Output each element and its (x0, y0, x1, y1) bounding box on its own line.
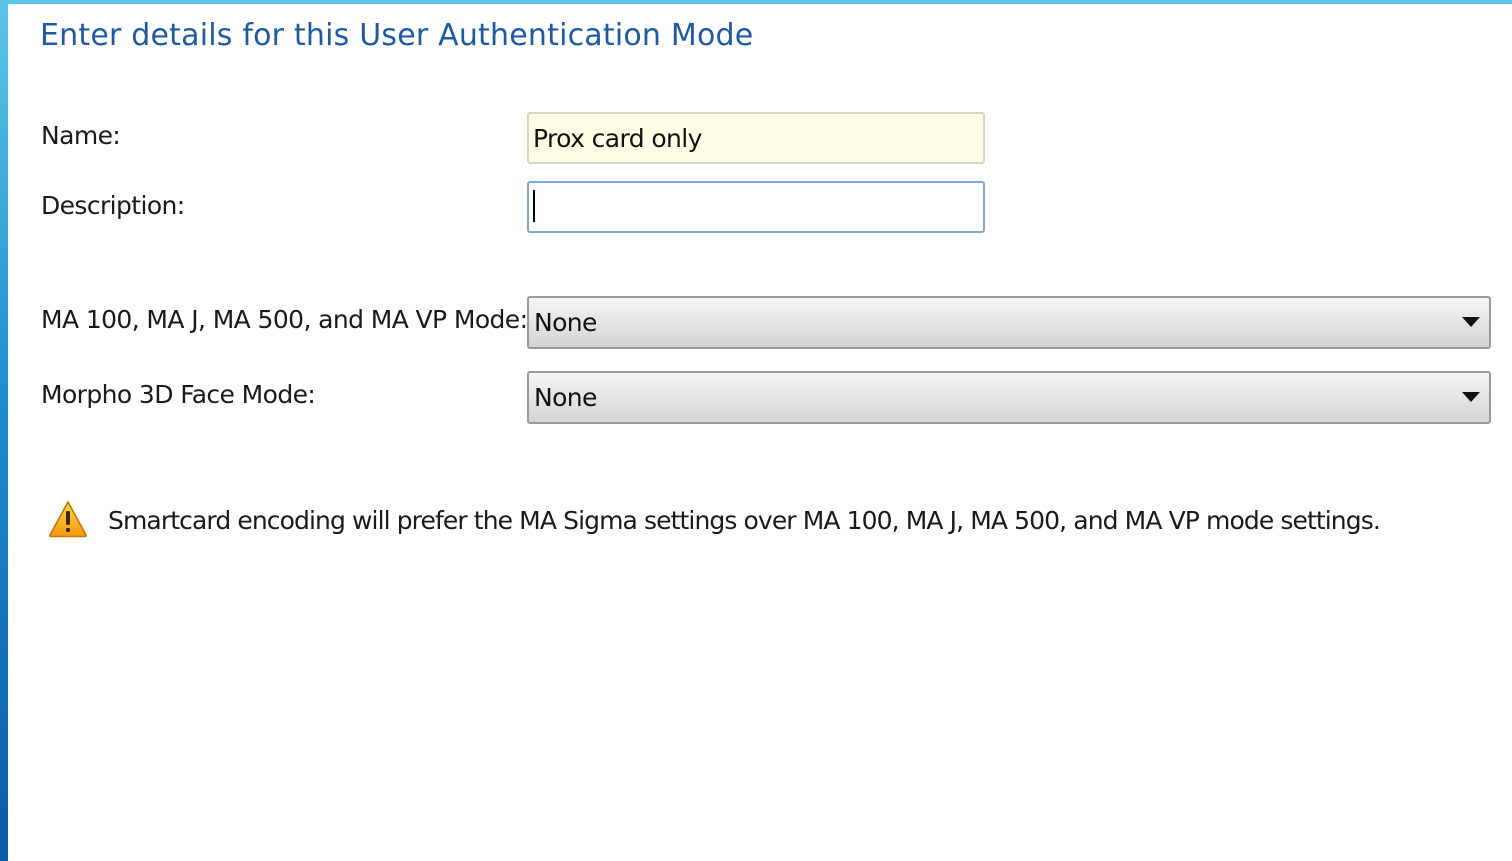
morpho-mode-select-value: None (534, 383, 597, 412)
ma-mode-label: MA 100, MA J, MA 500, and MA VP Mode: (41, 305, 528, 334)
window-frame-top (0, 0, 1512, 4)
description-input[interactable] (527, 181, 985, 233)
ma-mode-select[interactable]: None (527, 296, 1491, 349)
name-input[interactable] (527, 112, 985, 164)
warning-icon (49, 501, 87, 538)
page-title: Enter details for this User Authenticati… (40, 18, 754, 53)
ma-mode-select-value: None (534, 308, 597, 337)
morpho-mode-select[interactable]: None (527, 371, 1491, 424)
warning-message: Smartcard encoding will prefer the MA Si… (108, 506, 1381, 535)
text-caret (533, 190, 535, 222)
description-label: Description: (41, 191, 185, 220)
chevron-down-icon[interactable] (1462, 317, 1480, 327)
name-label: Name: (41, 121, 121, 150)
window-frame-left (0, 0, 8, 861)
morpho-mode-label: Morpho 3D Face Mode: (41, 380, 316, 409)
chevron-down-icon[interactable] (1462, 392, 1480, 402)
